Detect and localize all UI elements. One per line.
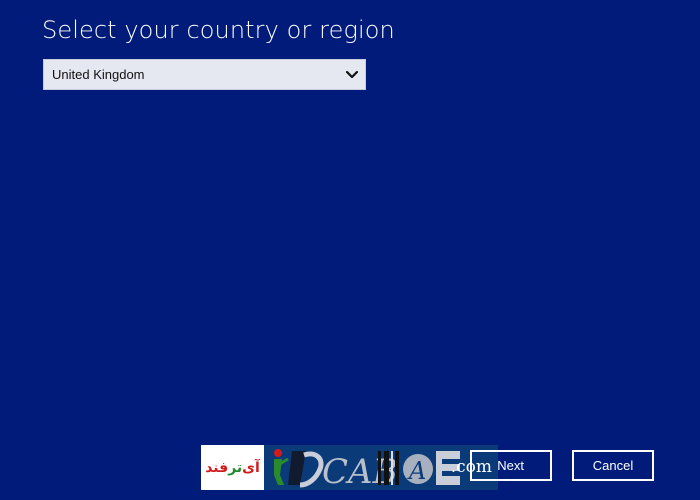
cancel-button[interactable]: Cancel [572, 450, 654, 481]
watermark-farsi-part2: تر [228, 459, 243, 476]
page-title: Select your country or region [42, 16, 395, 44]
country-select-value: United Kingdom [52, 67, 145, 82]
setup-screen: Select your country or region United Kin… [0, 0, 700, 500]
watermark-logo: CAB A .com [264, 445, 498, 490]
watermark-farsi-text: آی تر فند [201, 445, 264, 490]
next-button[interactable]: Next [470, 450, 552, 481]
watermark-farsi-part3: فند [205, 459, 229, 476]
svg-text:A: A [407, 457, 426, 485]
chevron-down-icon [339, 60, 365, 89]
watermark-farsi-part1: آی [242, 459, 260, 476]
country-select[interactable]: United Kingdom [43, 59, 366, 90]
watermark-banner: آی تر فند CAB A .com [201, 445, 498, 490]
